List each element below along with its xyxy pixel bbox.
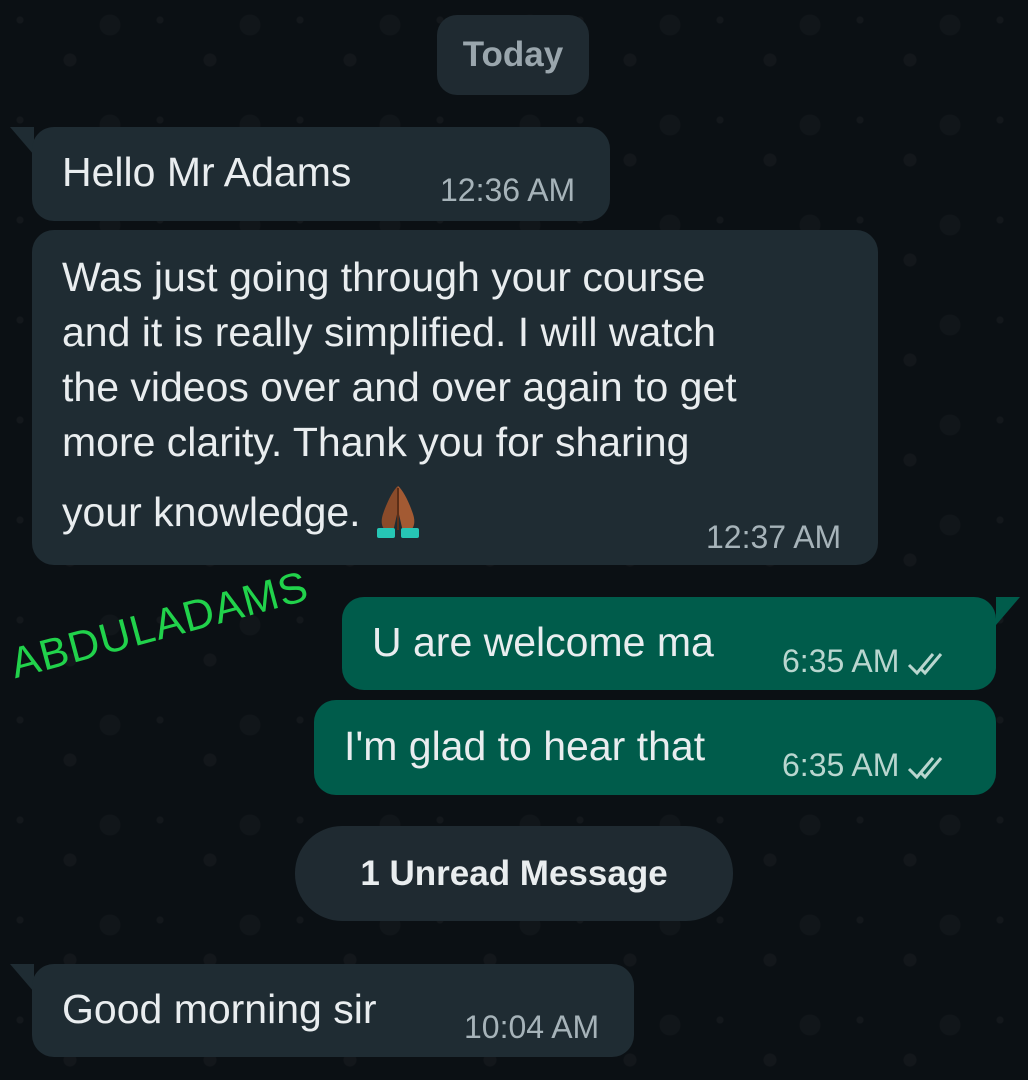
message-bubble-outgoing[interactable]: I'm glad to hear that 6:35 AM: [314, 700, 996, 795]
message-line: your knowledge.: [62, 489, 361, 535]
read-double-tick-icon: [908, 653, 943, 676]
message-line-last: your knowledge.: [62, 480, 737, 540]
message-line: Was just going through your course: [62, 254, 706, 300]
watermark-text: ABDULADAMS: [5, 562, 314, 689]
message-text: Was just going through your course and i…: [62, 250, 737, 540]
bubble-tail: [10, 127, 34, 155]
message-text: Good morning sir: [62, 986, 377, 1032]
message-text: Hello Mr Adams: [62, 149, 352, 195]
message-time: 12:37 AM: [706, 519, 842, 555]
read-double-tick-icon: [908, 757, 943, 780]
message-line: more clarity. Thank you for sharing: [62, 419, 690, 465]
message-meta: 6:35 AM: [782, 747, 951, 784]
message-time: 6:35 AM: [782, 643, 900, 679]
bubble-tail: [10, 964, 34, 992]
message-text: U are welcome ma: [372, 619, 714, 665]
message-meta: 6:35 AM: [782, 643, 951, 680]
message-bubble-incoming[interactable]: Was just going through your course and i…: [32, 230, 878, 565]
message-line: and it is really simplified. I will watc…: [62, 309, 716, 355]
message-bubble-outgoing[interactable]: U are welcome ma 6:35 AM: [342, 597, 996, 690]
date-separator: Today: [437, 15, 589, 95]
unread-messages-banner: 1 Unread Message: [295, 826, 733, 921]
message-bubble-incoming[interactable]: Good morning sir 10:04 AM: [32, 964, 634, 1057]
bubble-tail: [996, 597, 1020, 625]
folded-hands-emoji-icon: [376, 486, 419, 538]
message-time: 12:36 AM: [440, 172, 576, 208]
message-line: the videos over and over again to get: [62, 364, 737, 410]
chat-area[interactable]: Today Hello Mr Adams 12:36 AM Was just g…: [0, 0, 1028, 1080]
message-bubble-incoming[interactable]: Hello Mr Adams 12:36 AM: [32, 127, 610, 221]
message-time: 10:04 AM: [464, 1009, 600, 1045]
message-time: 6:35 AM: [782, 747, 900, 783]
message-text: I'm glad to hear that: [344, 723, 706, 769]
